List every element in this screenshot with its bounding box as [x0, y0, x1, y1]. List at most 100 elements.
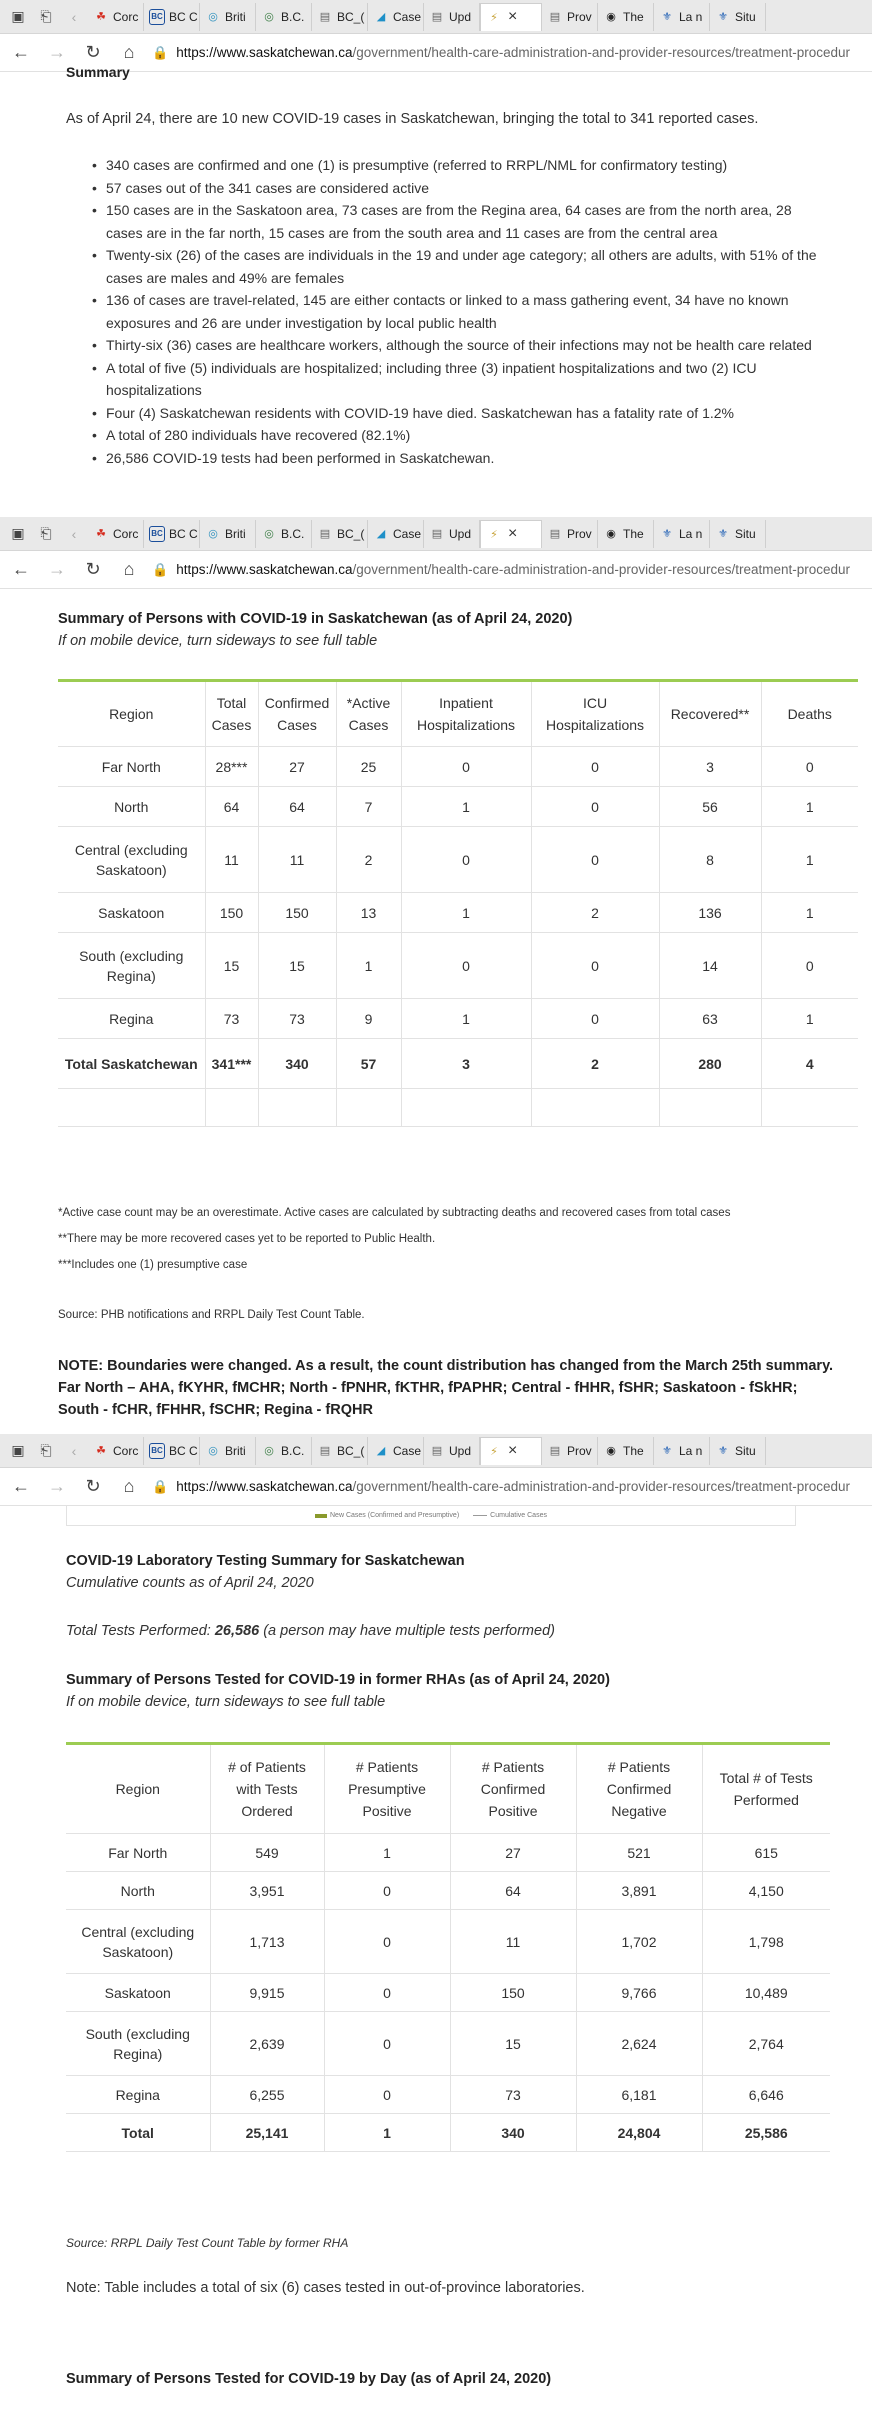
tab-actions-icon[interactable]: ⎗ [32, 1437, 60, 1465]
browser-tab[interactable]: ⚡ × [480, 519, 542, 548]
browser-tab-label: BC C [169, 1443, 198, 1458]
summary-bullet: Four (4) Saskatchewan residents with COV… [88, 402, 828, 425]
browser-tab[interactable]: ◉ The [598, 519, 654, 548]
quebec-fleur-icon: ⚜ [718, 528, 728, 540]
browser-tab[interactable]: ☘ Corc [88, 1436, 144, 1465]
tab-scroll-left-icon[interactable]: ‹ [60, 3, 88, 31]
active-tab-icon: ⚡ [490, 11, 498, 24]
forward-icon[interactable]: → [44, 557, 70, 583]
table-cell: 64 [205, 786, 259, 827]
browser-tab[interactable]: ◎ B.C. [256, 519, 312, 548]
browser-tab[interactable]: ⚜ Situ [710, 1436, 766, 1465]
quebec-fleur-icon: ⚜ [662, 1445, 672, 1457]
globe-icon: ◎ [264, 528, 274, 540]
legend-cumulative-label: Cumulative Cases [490, 1512, 547, 1519]
browser-tab[interactable]: ▤ BC_( [312, 1436, 368, 1465]
tab-actions-icon[interactable]: ⎗ [32, 520, 60, 548]
browser-tab[interactable]: ☘ Corc [88, 519, 144, 548]
table-cell: 136 [659, 892, 762, 933]
browser-tab[interactable]: ⚡ × [480, 1436, 542, 1465]
browser-tab[interactable]: ◎ Briti [200, 1436, 256, 1465]
browser-tab[interactable]: ⚡ × [480, 2, 542, 31]
window-menu-icon[interactable]: ▣ [4, 1437, 32, 1465]
browser-tab[interactable]: ◎ B.C. [256, 2, 312, 31]
browser-tab[interactable]: ◎ Briti [200, 2, 256, 31]
address-bar[interactable]: 🔒 https://www.saskatchewan.ca/government… [152, 1473, 872, 1501]
forward-icon[interactable]: → [44, 1474, 70, 1500]
table-row: Central (excluding Saskatoon) 11 11 2 0 0 8 1 [58, 826, 858, 893]
back-icon[interactable]: ← [8, 1474, 34, 1500]
window-menu-icon[interactable]: ▣ [4, 520, 32, 548]
summary-intro: As of April 24, there are 10 new COVID-1… [66, 111, 759, 127]
browser-tab[interactable]: ▤ Prov [542, 2, 598, 31]
browser-tab[interactable]: BC BC C [144, 2, 200, 31]
refresh-icon[interactable]: ↻ [80, 557, 106, 583]
column-header: Region [58, 680, 206, 747]
browser-tab[interactable]: ▤ Upd [424, 519, 480, 548]
url-host: https://www.saskatchewan.ca [176, 562, 353, 577]
home-icon[interactable]: ⌂ [116, 1474, 142, 1500]
browser-tab-label: The [623, 1443, 644, 1458]
browser-tab-label: Situ [735, 526, 756, 541]
table-cell: 1 [401, 786, 532, 827]
table-cell: 2,624 [576, 2011, 703, 2076]
window-menu-icon[interactable]: ▣ [4, 3, 32, 31]
quebec-fleur-icon: ⚜ [662, 11, 672, 23]
document-icon: ▤ [431, 528, 443, 540]
refresh-icon[interactable]: ↻ [80, 1474, 106, 1500]
url-path: /government/health-care-administration-a… [352, 1479, 851, 1494]
address-bar[interactable]: 🔒 https://www.saskatchewan.ca/government… [152, 556, 872, 584]
table-cell: 8 [659, 826, 762, 893]
browser-tab[interactable]: ⚜ La n [654, 519, 710, 548]
globe-icon: ◎ [208, 528, 218, 540]
summary-bullet: 136 of cases are travel-related, 145 are… [88, 289, 828, 334]
tab-scroll-left-icon[interactable]: ‹ [60, 520, 88, 548]
browser-tab[interactable]: ☘ Corc [88, 2, 144, 31]
browser-tab[interactable]: ▤ BC_( [312, 2, 368, 31]
total-tests-line: Total Tests Performed: 26,586 (a person … [66, 1623, 555, 1639]
close-tab-icon[interactable]: × [508, 1442, 517, 1460]
table-cell: 0 [401, 932, 532, 999]
table-cell: 27 [258, 746, 337, 787]
browser-tab[interactable]: ⚜ La n [654, 2, 710, 31]
browser-tab[interactable]: ◢ Case [368, 519, 424, 548]
browser-tab-label: La n [679, 9, 703, 24]
browser-tab[interactable]: ◢ Case [368, 2, 424, 31]
table-cell: 0 [531, 998, 660, 1039]
browser-tab[interactable]: ▤ Upd [424, 2, 480, 31]
back-icon[interactable]: ← [8, 557, 34, 583]
close-tab-icon[interactable]: × [508, 8, 517, 26]
tab-scroll-left-icon[interactable]: ‹ [60, 1437, 88, 1465]
browser-tab[interactable]: ▤ BC_( [312, 519, 368, 548]
total-cell: 2 [531, 1038, 660, 1089]
browser-tab[interactable]: ◢ Case [368, 1436, 424, 1465]
browser-tab[interactable]: ⚜ Situ [710, 2, 766, 31]
tab-actions-icon[interactable]: ⎗ [32, 3, 60, 31]
browser-tab[interactable]: ◎ Briti [200, 519, 256, 548]
browser-tab[interactable]: ◉ The [598, 2, 654, 31]
table-cell [336, 1088, 402, 1127]
column-header: # of Patients with Tests Ordered [210, 1743, 325, 1834]
browser-tab[interactable]: ⚜ La n [654, 1436, 710, 1465]
browser-tab-label: Prov [567, 9, 592, 24]
browser-tab[interactable]: BC BC C [144, 519, 200, 548]
browser-tab[interactable]: BC BC C [144, 1436, 200, 1465]
browser-tab[interactable]: ▤ Upd [424, 1436, 480, 1465]
region-cell: Central (excluding Saskatoon) [66, 1909, 211, 1974]
close-tab-icon[interactable]: × [508, 525, 517, 543]
home-icon[interactable]: ⌂ [116, 557, 142, 583]
summary-bullet-list: 340 cases are confirmed and one (1) is p… [88, 154, 828, 469]
table-cell: 0 [761, 932, 858, 999]
navigation-bar: ← → ↻ ⌂ 🔒 https://www.saskatchewan.ca/go… [0, 551, 872, 589]
browser-tab[interactable]: ▤ Prov [542, 519, 598, 548]
browser-tab[interactable]: ⚜ Situ [710, 519, 766, 548]
browser-tab[interactable]: ◎ B.C. [256, 1436, 312, 1465]
browser-tab[interactable]: ◉ The [598, 1436, 654, 1465]
maple-leaf-icon: ☘ [96, 528, 106, 540]
summary-bullet: A total of 280 individuals have recovere… [88, 424, 828, 447]
table-row: South (excluding Regina) 15 15 1 0 0 14 0 [58, 932, 858, 999]
active-tab-icon: ⚡ [490, 528, 498, 541]
url-host: https://www.saskatchewan.ca [176, 1479, 353, 1494]
table-cell: 15 [258, 932, 337, 999]
browser-tab[interactable]: ▤ Prov [542, 1436, 598, 1465]
